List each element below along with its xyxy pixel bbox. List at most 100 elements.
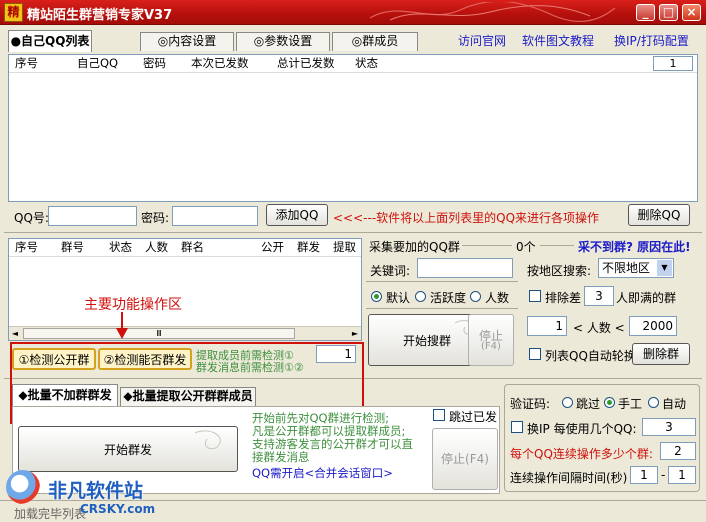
radio-activity[interactable]: [415, 291, 426, 302]
rotate-qq-checkbox[interactable]: [529, 348, 541, 360]
exclude-checkbox[interactable]: [529, 290, 541, 302]
horizontal-scrollbar[interactable]: Ⅲ ◄ ►: [9, 326, 361, 340]
column-header: 群名: [181, 240, 204, 254]
interval-min-input[interactable]: 1: [630, 466, 658, 484]
annotation-arrow-icon: [116, 312, 128, 339]
radio-activity-label: 活跃度: [430, 291, 467, 305]
chevron-down-icon[interactable]: ▼: [657, 260, 672, 276]
people-range-label: < 人数 <: [573, 321, 625, 335]
keyword-label: 关键词:: [370, 264, 411, 278]
radio-default-label: 默认: [386, 291, 411, 305]
radio-verify-manual[interactable]: [604, 397, 615, 408]
link-tutorial[interactable]: 软件图文教程: [522, 32, 594, 49]
app-logo-icon: 精: [4, 3, 23, 22]
group-table[interactable]: 序号 群号 状态 人数 群名 公开 群发 提取 Ⅲ ◄ ►: [8, 238, 362, 341]
stop-send-button[interactable]: 停止(F4): [432, 428, 498, 490]
column-header: 状态: [109, 240, 132, 254]
password-input[interactable]: [172, 206, 258, 226]
column-header: 群发: [297, 240, 320, 254]
change-ip-label: 换IP 每使用几个QQ:: [527, 422, 637, 436]
keyword-input[interactable]: [417, 258, 513, 278]
min-people-input[interactable]: 1: [527, 316, 567, 336]
interval-dash: -: [661, 468, 666, 482]
column-header: 公开: [261, 240, 284, 254]
radio-people[interactable]: [470, 291, 481, 302]
exclude-label: 排除差: [545, 291, 582, 305]
column-header: 总计已发数: [277, 56, 335, 70]
rotate-qq-label: 列表QQ自动轮换: [545, 349, 636, 363]
column-header: 本次已发数: [191, 56, 249, 70]
minimize-button[interactable]: _: [636, 4, 655, 21]
annotation-label: 主要功能操作区: [84, 297, 182, 313]
collect-count: 0个: [516, 240, 536, 254]
radio-default[interactable]: [371, 291, 382, 302]
change-ip-input[interactable]: 3: [642, 418, 696, 436]
watermark-brand: 非凡软件站: [48, 480, 144, 502]
column-header: 人数: [145, 240, 168, 254]
tab-batch-send[interactable]: ◆批量不加群群发: [12, 384, 118, 406]
start-send-label: 开始群发: [103, 443, 152, 457]
collect-title: 采集要加的QQ群: [369, 240, 460, 254]
delete-group-button[interactable]: 删除群: [632, 343, 690, 365]
column-header: 状态: [355, 56, 378, 70]
tab-group-members[interactable]: ◎群成员: [332, 32, 418, 51]
watermark-logo-icon: [6, 470, 40, 504]
interval-label: 连续操作间隔时间(秒): [510, 471, 628, 485]
delete-qq-button[interactable]: 删除QQ: [628, 204, 690, 226]
qq-list-table[interactable]: 序号 自己QQ 密码 本次已发数 总计已发数 状态 1: [8, 54, 698, 202]
window-title: 精站陌生群营销专家V37: [27, 8, 173, 23]
qq-number-input[interactable]: [48, 206, 137, 226]
tab-own-qq-list[interactable]: ●自己QQ列表: [8, 30, 92, 52]
stop-search-button[interactable]: 停止 (F4): [468, 314, 514, 366]
column-header: 自己QQ: [77, 56, 119, 70]
radio-verify-auto[interactable]: [648, 397, 659, 408]
password-label: 密码:: [141, 211, 170, 225]
title-bar[interactable]: 精 精站陌生群营销专家V37 _ □ ×: [0, 0, 706, 25]
tab-content-settings[interactable]: ◎内容设置: [140, 32, 234, 51]
skip-sent-label: 跳过已发: [449, 410, 498, 424]
region-select[interactable]: 不限地区 ▼: [598, 258, 674, 278]
exclude-value-input[interactable]: 3: [584, 286, 614, 306]
radio-verify-manual-label: 手工: [618, 397, 643, 411]
exclude-suffix: 人即满的群: [616, 291, 677, 305]
max-people-input[interactable]: 2000: [629, 316, 677, 336]
start-send-button[interactable]: 开始群发: [18, 426, 238, 472]
interval-max-input[interactable]: 1: [668, 466, 696, 484]
scrollbar-thumb[interactable]: Ⅲ: [23, 328, 295, 339]
add-qq-button[interactable]: 添加QQ: [266, 204, 328, 226]
column-header: 群号: [61, 240, 84, 254]
collect-reason-link[interactable]: 采不到群? 原因在此!: [578, 238, 691, 255]
column-header: 密码: [143, 56, 166, 70]
ops-per-qq-label: 每个QQ连续操作多少个群:: [510, 447, 653, 461]
column-header: 序号: [15, 56, 38, 70]
chat-window-hint: QQ需开启<合并会话窗口>: [252, 466, 393, 480]
column-header: 序号: [15, 240, 38, 254]
radio-verify-auto-label: 自动: [662, 397, 687, 411]
maximize-button[interactable]: □: [659, 4, 678, 21]
verify-code-label: 验证码:: [510, 397, 551, 411]
region-value: 不限地区: [602, 261, 651, 275]
link-visit-site[interactable]: 访问官网: [458, 32, 506, 49]
ops-per-qq-input[interactable]: 2: [660, 442, 696, 460]
radio-people-label: 人数: [485, 291, 510, 305]
radio-verify-skip[interactable]: [562, 397, 573, 408]
column-header: 提取: [333, 240, 356, 254]
status-text: 加载完毕列表: [14, 507, 87, 521]
close-button[interactable]: ×: [682, 4, 701, 21]
scroll-right-icon[interactable]: ►: [349, 327, 361, 340]
region-label: 按地区搜索:: [527, 264, 592, 278]
qq-label: QQ号:: [14, 211, 49, 225]
link-ip-config[interactable]: 换IP/打码配置: [614, 32, 689, 49]
tab-param-settings[interactable]: ◎参数设置: [236, 32, 330, 51]
watermark-site: CRSKY.com: [80, 502, 156, 516]
stop-search-key: (F4): [481, 341, 501, 352]
send-info-line: 接群发消息: [252, 450, 310, 464]
skip-sent-checkbox[interactable]: [433, 409, 445, 421]
qq-list-hint: <<<---软件将以上面列表里的QQ来进行各项操作: [333, 211, 600, 225]
radio-verify-skip-label: 跳过: [576, 397, 601, 411]
page-number: 1: [653, 56, 693, 71]
decoration-swirl-icon: [369, 2, 616, 22]
change-ip-checkbox[interactable]: [511, 421, 523, 433]
tab-extract-members[interactable]: ◆批量提取公开群群成员: [120, 387, 256, 406]
scroll-left-icon[interactable]: ◄: [9, 327, 21, 340]
